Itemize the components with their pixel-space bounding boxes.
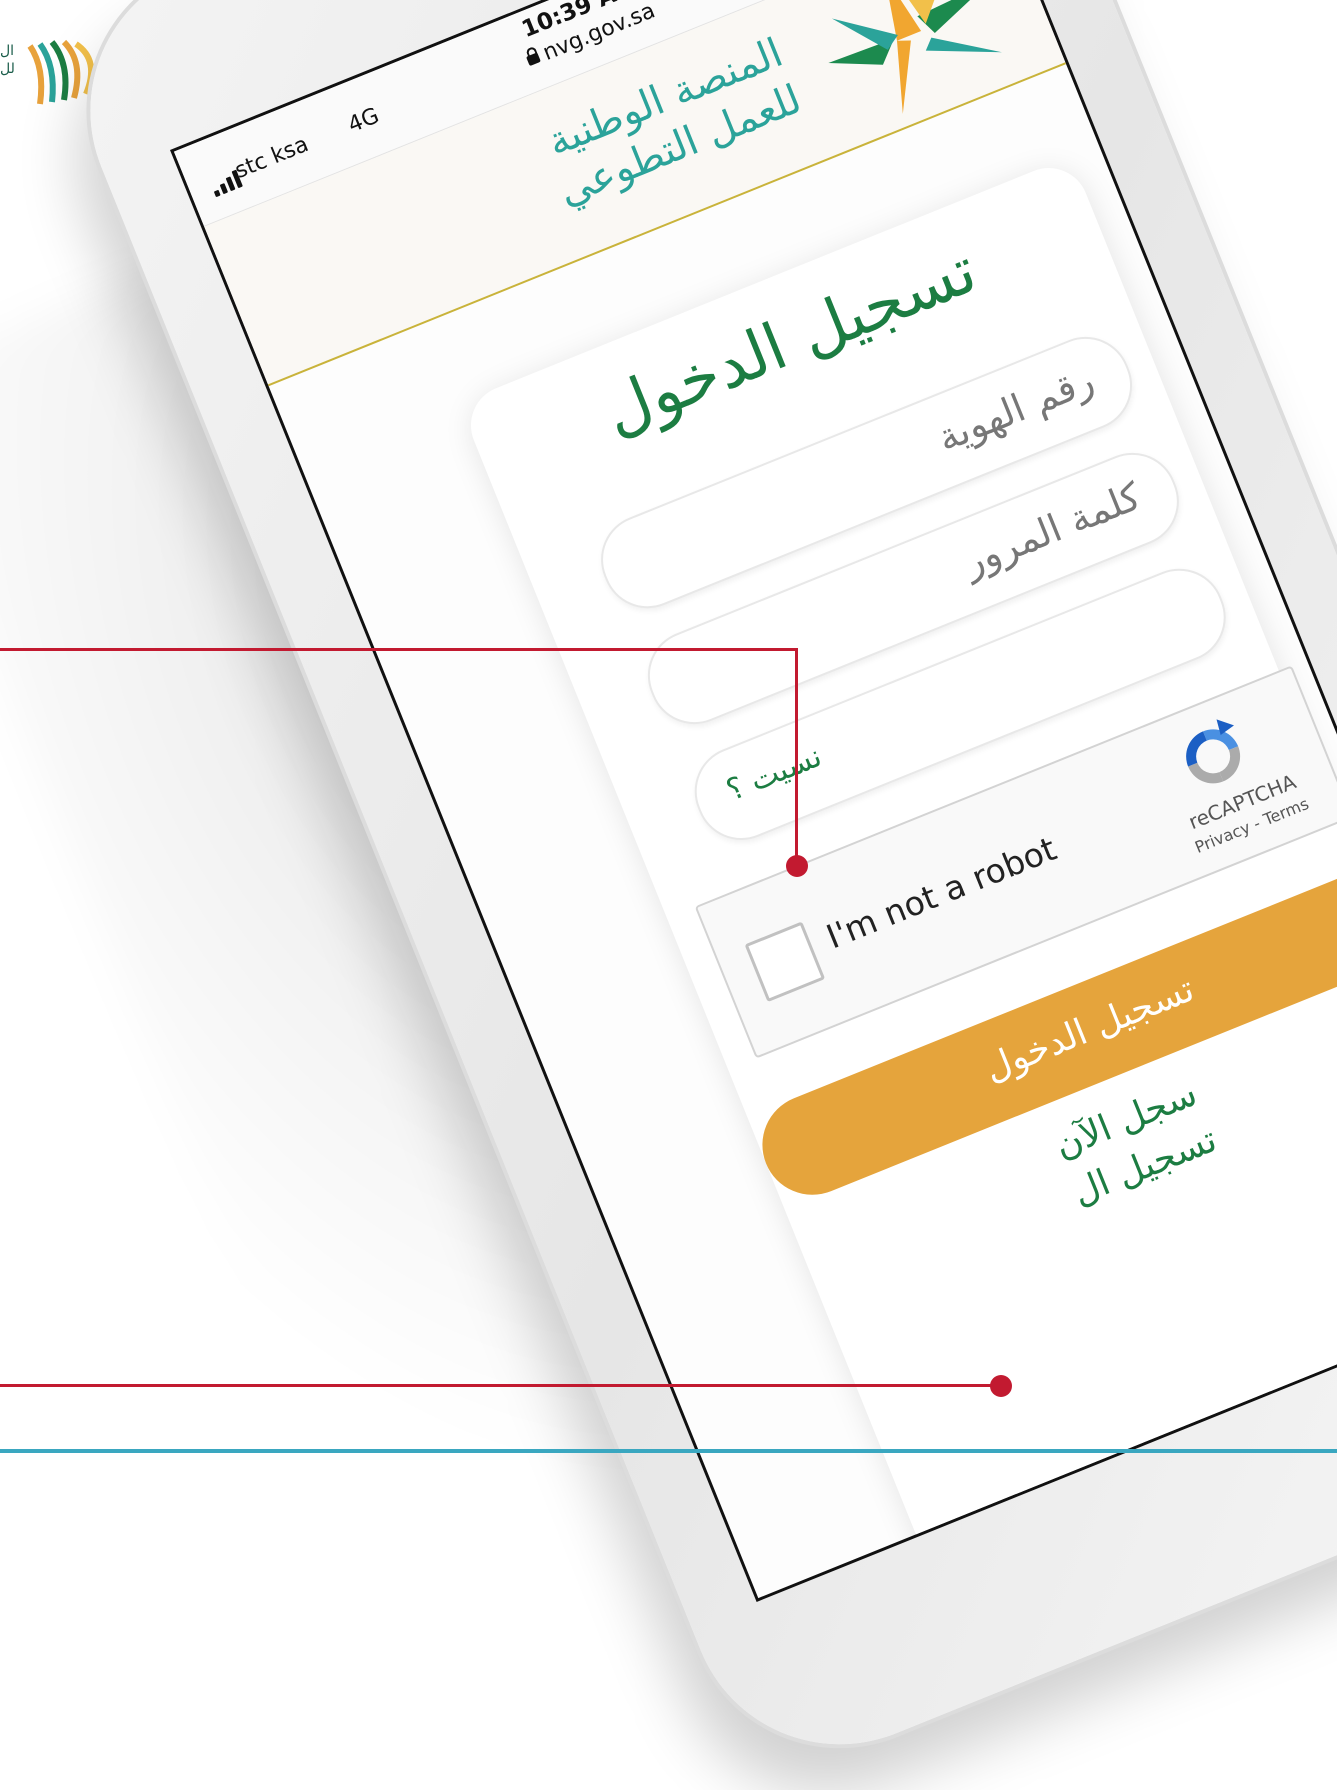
forgot-password-link[interactable]: نسيت ؟	[722, 739, 827, 809]
lock-icon	[525, 52, 541, 67]
password-placeholder: كلمة المرور	[956, 473, 1147, 585]
national-id-placeholder: رقم الهوية	[931, 357, 1100, 461]
annotation-line-top-horizontal	[0, 648, 798, 651]
annotation-dot-bottom	[990, 1375, 1012, 1397]
recaptcha-label: I'm not a robot	[820, 828, 1062, 957]
recaptcha-checkbox[interactable]	[744, 921, 826, 1003]
bottom-accent-bar	[0, 1449, 1337, 1453]
network-type: 4G	[344, 103, 383, 139]
annotation-line-bottom-horizontal	[0, 1384, 1000, 1387]
corner-brand-line1: ال	[0, 43, 15, 59]
platform-logo-icon	[828, 0, 1002, 114]
carrier-name: stc ksa	[231, 131, 313, 184]
corner-brand-text: ال لل	[0, 42, 22, 78]
annotation-line-top-vertical	[795, 648, 798, 866]
corner-brand-line2: لل	[0, 61, 15, 77]
annotation-dot-top	[786, 855, 808, 877]
